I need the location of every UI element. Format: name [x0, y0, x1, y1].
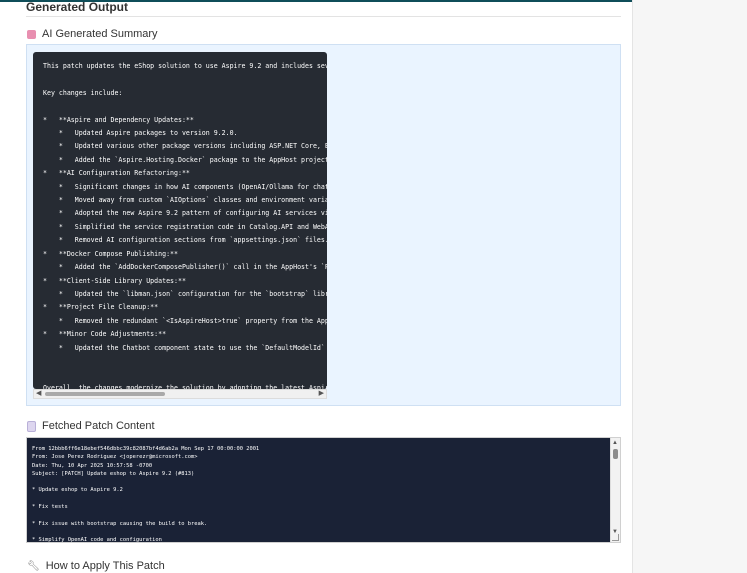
- summary-code-block[interactable]: This patch updates the eShop solution to…: [33, 52, 327, 389]
- scrollbar-thumb[interactable]: [613, 449, 618, 459]
- summary-section-header: AI Generated Summary: [27, 28, 158, 40]
- resize-handle[interactable]: [612, 534, 619, 541]
- patch-text: From 12bbb6ff6e18ebef546dbbc39c82087bf4d…: [32, 446, 260, 543]
- apply-section-header: 🔧︎ How to Apply This Patch: [27, 560, 165, 572]
- scroll-left-icon[interactable]: ◀: [36, 390, 41, 398]
- apply-heading: How to Apply This Patch: [45, 560, 165, 572]
- main-content: Generated Output AI Generated Summary Th…: [0, 0, 632, 573]
- scrollbar-thumb[interactable]: [45, 392, 165, 396]
- summary-heading: AI Generated Summary: [42, 28, 158, 40]
- patch-heading: Fetched Patch Content: [42, 420, 155, 432]
- scroll-right-icon[interactable]: ▶: [319, 390, 324, 398]
- patch-vertical-scrollbar[interactable]: ▲ ▼: [610, 438, 620, 542]
- summary-horizontal-scrollbar[interactable]: ◀ ▶: [33, 389, 327, 399]
- patch-content-textarea[interactable]: From 12bbb6ff6e18ebef546dbbc39c82087bf4d…: [26, 437, 621, 543]
- wrench-icon: 🔧︎: [27, 560, 40, 572]
- patch-section-header: Fetched Patch Content: [27, 420, 155, 432]
- title-divider: [26, 16, 621, 17]
- right-side-panel: [632, 0, 747, 573]
- scroll-up-icon[interactable]: ▲: [612, 439, 618, 447]
- summary-text: This patch updates the eShop solution to…: [43, 62, 327, 389]
- document-icon: [27, 420, 36, 432]
- page-title: Generated Output: [26, 0, 129, 14]
- brain-icon: [27, 29, 36, 39]
